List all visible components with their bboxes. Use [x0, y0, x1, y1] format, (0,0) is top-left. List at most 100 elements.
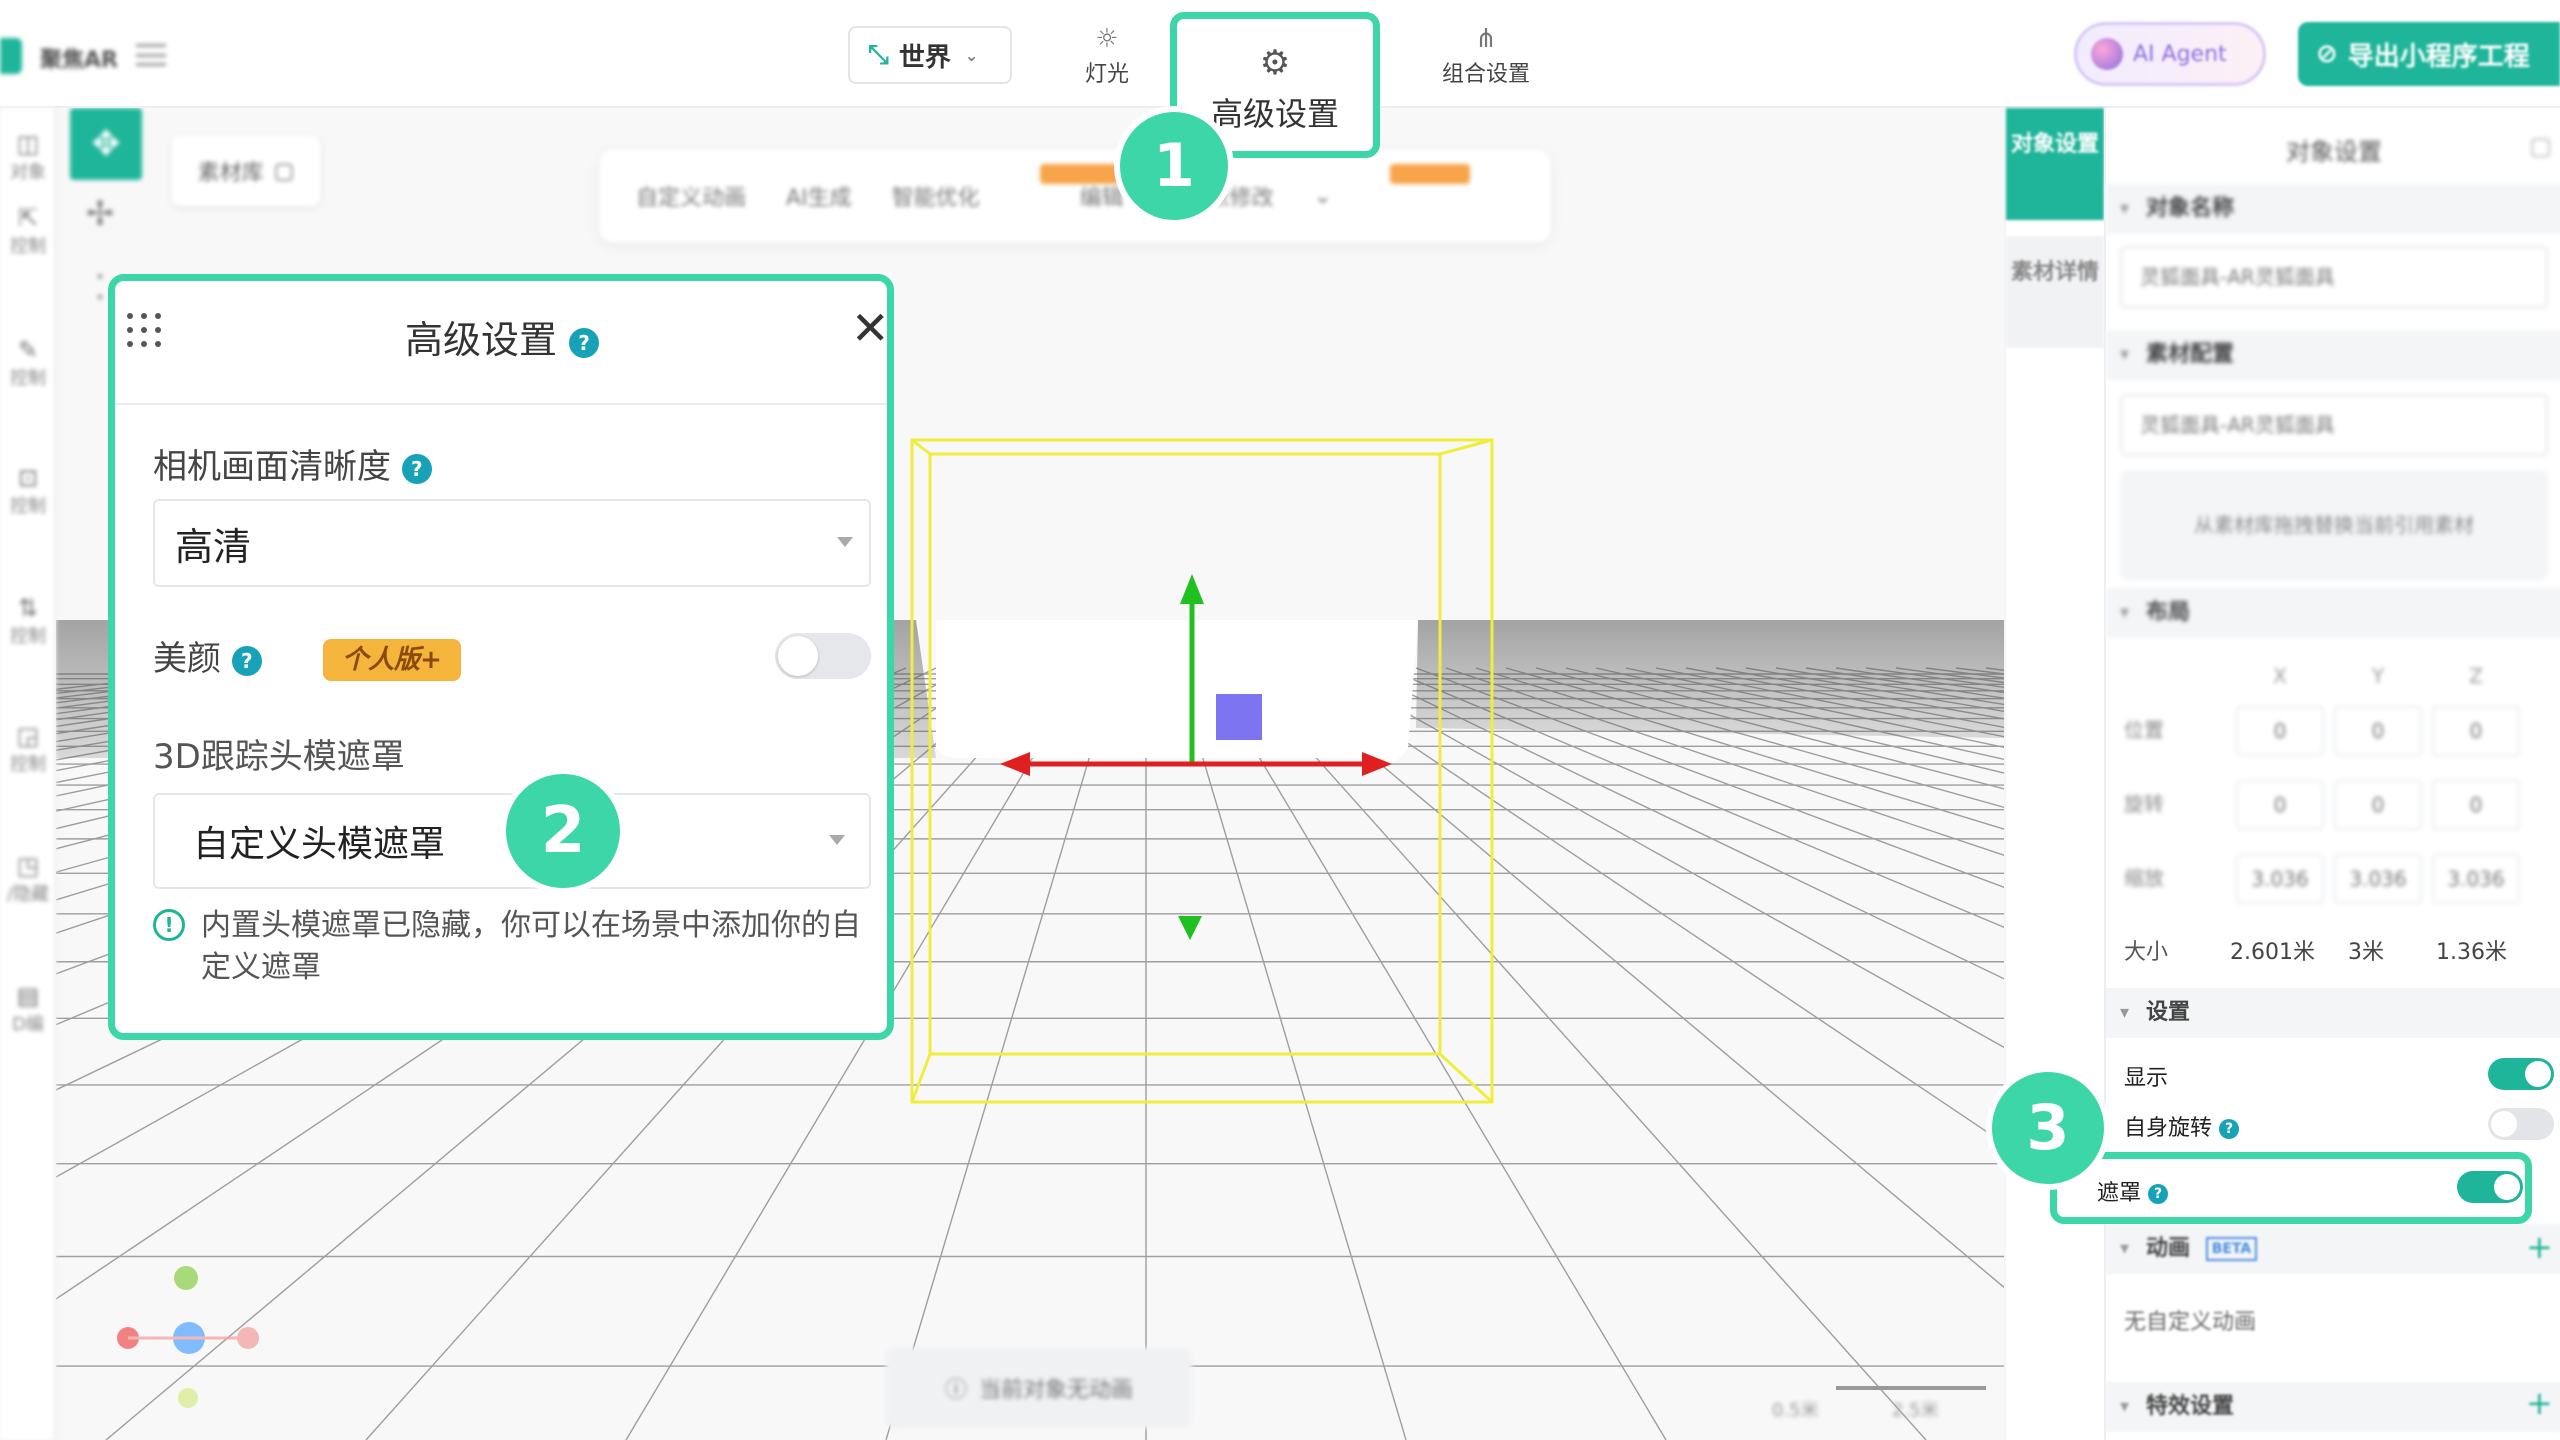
material-library-label: 素材库: [197, 161, 264, 186]
left-rail-item[interactable]: ◳ /隐藏: [0, 852, 56, 906]
help-icon[interactable]: ?: [2219, 1119, 2240, 1139]
self-rotate-toggle[interactable]: [2488, 1108, 2554, 1140]
axis-x-label: X: [2273, 664, 2287, 688]
tab-material-details[interactable]: 素材详情: [2006, 236, 2104, 348]
gear-icon: ⚙: [1259, 43, 1291, 83]
settings-section[interactable]: 设置: [2106, 988, 2560, 1038]
close-icon[interactable]: ✕: [851, 305, 890, 351]
drag-handle-icon[interactable]: [127, 313, 167, 349]
coordinate-icon: ⤡: [868, 39, 889, 70]
camera-clarity-label: 相机画面清晰度 ?: [153, 439, 432, 488]
mask-setting-row: 遮罩 ?: [2050, 1152, 2532, 1224]
ai-generate-button[interactable]: AI生成: [786, 180, 852, 212]
material-select[interactable]: 灵狐面具-AR灵狐面具: [2120, 394, 2548, 456]
panel-title: 高级设置 ?: [405, 309, 600, 364]
left-rail-label: 控制: [10, 754, 46, 775]
name-section[interactable]: 对象名称: [2106, 184, 2560, 234]
edit-icon: ✎: [17, 336, 39, 364]
left-rail-item[interactable]: ▤ D编: [0, 982, 56, 1036]
export-icon: ⊘: [2316, 39, 2338, 69]
ai-agent-icon: [2091, 38, 2123, 70]
frame-icon: ⊡: [17, 464, 39, 492]
object-icon: ◫: [16, 130, 40, 158]
left-rail-label: 控制: [10, 368, 46, 389]
left-rail-item[interactable]: ⇱ 控制: [0, 204, 56, 258]
new-badge: [1390, 164, 1470, 184]
left-rail-item[interactable]: ◫ 对象: [0, 130, 56, 184]
rotation-label: 旋转: [2124, 792, 2164, 816]
animation-status-bar: ⓘ 当前对象无动画: [886, 1348, 1192, 1428]
collapse-panel-icon[interactable]: ▢: [2529, 132, 2552, 160]
rotate-tool[interactable]: ✢: [70, 184, 130, 244]
position-x-input[interactable]: 0: [2236, 706, 2324, 756]
material-drop-hint[interactable]: 从素材库拖拽替换当前引用素材: [2120, 470, 2548, 580]
caret-down-icon: [829, 835, 845, 845]
add-effect-icon[interactable]: +: [2526, 1384, 2553, 1422]
hierarchy-icon: ⋔: [1475, 24, 1497, 54]
chevron-down-icon[interactable]: ⌄: [1314, 184, 1332, 209]
mask-toggle[interactable]: [2457, 1171, 2523, 1203]
move-tool[interactable]: ✥: [70, 108, 142, 180]
chat-icon: ◲: [16, 722, 40, 750]
custom-animation-button[interactable]: 自定义动画: [636, 180, 746, 212]
axis-y-label: Y: [2371, 664, 2385, 688]
rotation-x-input[interactable]: 0: [2236, 780, 2324, 830]
material-section[interactable]: 素材配置: [2106, 330, 2560, 380]
left-rail-label: D编: [12, 1014, 44, 1035]
ai-agent-button[interactable]: AI Agent: [2074, 22, 2266, 86]
layout-section[interactable]: 布局: [2106, 588, 2560, 638]
show-toggle[interactable]: [2488, 1058, 2554, 1090]
rotation-y-input[interactable]: 0: [2334, 780, 2422, 830]
callout-1: 1: [1114, 106, 1234, 226]
chevron-down-icon: ⌄: [964, 45, 979, 65]
scale-x-input[interactable]: 3.036: [2236, 854, 2324, 904]
beauty-text: 美颜: [153, 639, 221, 679]
effects-section[interactable]: 特效设置: [2106, 1382, 2560, 1432]
camera-clarity-select[interactable]: 高清: [153, 499, 871, 587]
smart-optimize-button[interactable]: 智能优化: [892, 180, 980, 212]
pointer-icon: ⇱: [17, 204, 39, 232]
panel-title-text: 高级设置: [405, 318, 558, 362]
sort-icon: ⇅: [17, 594, 39, 622]
panel-icon: ▢: [273, 158, 295, 184]
group-settings-button[interactable]: ⋔ 组合设置: [1426, 22, 1546, 88]
object-name-input[interactable]: 灵狐面具-AR灵狐面具: [2120, 246, 2548, 308]
export-label: 导出小程序工程: [2347, 41, 2530, 72]
light-button[interactable]: ☼ 灯光: [1052, 22, 1162, 88]
left-rail-item[interactable]: ✎ 控制: [0, 336, 56, 390]
rotation-z-input[interactable]: 0: [2432, 780, 2520, 830]
position-y-input[interactable]: 0: [2334, 706, 2422, 756]
help-icon[interactable]: ?: [231, 645, 262, 676]
beauty-toggle[interactable]: [775, 633, 871, 679]
left-rail-item[interactable]: ⊡ 控制: [0, 464, 56, 518]
self-rotate-label: 自身旋转 ?: [2124, 1110, 2240, 1142]
add-animation-icon[interactable]: +: [2526, 1228, 2553, 1266]
axis-z-label: Z: [2469, 664, 2483, 688]
beta-badge: BETA: [2205, 1237, 2258, 1261]
export-miniprogram-button[interactable]: ⊘ 导出小程序工程: [2298, 22, 2560, 86]
material-library-button[interactable]: 素材库 ▢: [172, 136, 320, 206]
camera-clarity-value: 高清: [175, 524, 252, 569]
help-icon[interactable]: ?: [569, 327, 600, 358]
caret-down-icon: [837, 537, 853, 547]
position-z-input[interactable]: 0: [2432, 706, 2520, 756]
size-z-value: 1.36米: [2436, 940, 2507, 965]
left-rail-item[interactable]: ⇅ 控制: [0, 594, 56, 648]
app-name: 聚焦AR: [40, 48, 118, 73]
object-panel-title: 对象设置: [2286, 138, 2382, 166]
left-rail-label: 控制: [10, 236, 46, 257]
new-badge: [1040, 164, 1120, 184]
help-icon[interactable]: ?: [401, 453, 432, 484]
head-mask-note-text: 内置头模遮罩已隐藏，你可以在场景中添加你的自定义遮罩: [201, 908, 861, 985]
scale-z-input[interactable]: 3.036: [2432, 854, 2520, 904]
help-icon[interactable]: ?: [2148, 1184, 2169, 1204]
left-rail-label: 控制: [10, 626, 46, 647]
animation-section[interactable]: 动画 BETA: [2106, 1224, 2560, 1274]
tab-object-settings[interactable]: 对象设置: [2006, 108, 2104, 220]
world-dropdown[interactable]: ⤡ 世界 ⌄: [848, 26, 1012, 84]
scale-y-input[interactable]: 3.036: [2334, 854, 2422, 904]
size-y-value: 3米: [2348, 940, 2384, 965]
camera-clarity-text: 相机画面清晰度: [153, 447, 391, 487]
left-rail-item[interactable]: ◲ 控制: [0, 722, 56, 776]
menu-icon[interactable]: [136, 44, 166, 66]
